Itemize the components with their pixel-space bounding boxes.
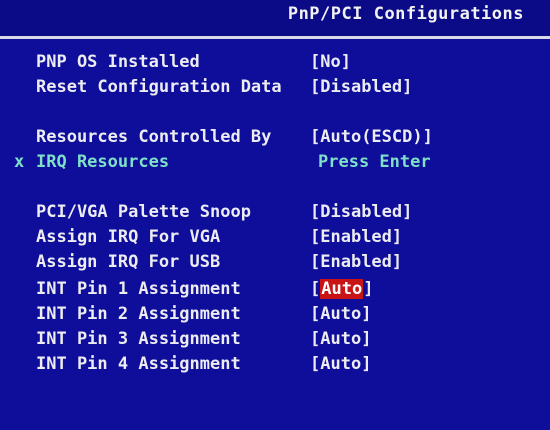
setting-value[interactable]: [Disabled] — [310, 75, 412, 99]
setting-value[interactable]: [Auto] — [310, 352, 371, 376]
submenu-hint: Press Enter — [318, 152, 431, 172]
setting-pnp-os-installed[interactable]: PNP OS Installed [No] — [0, 50, 550, 74]
setting-label: PNP OS Installed — [36, 52, 200, 72]
setting-label: INT Pin 4 Assignment — [36, 354, 241, 374]
disabled-marker-icon: x — [14, 152, 25, 172]
setting-label: INT Pin 2 Assignment — [36, 304, 241, 324]
selection-highlight[interactable]: Auto — [320, 279, 364, 299]
setting-label: Reset Configuration Data — [36, 77, 282, 97]
setting-resources-controlled-by[interactable]: Resources Controlled By [Auto(ESCD)] — [0, 125, 550, 149]
header-bar: PnP/PCI Configurations — [0, 0, 550, 39]
setting-int-pin-4-assignment[interactable]: INT Pin 4 Assignment [Auto] — [0, 352, 550, 376]
setting-reset-configuration-data[interactable]: Reset Configuration Data [Disabled] — [0, 75, 550, 99]
setting-assign-irq-for-usb[interactable]: Assign IRQ For USB [Enabled] — [0, 250, 550, 274]
setting-pci-vga-palette-snoop[interactable]: PCI/VGA Palette Snoop [Disabled] — [0, 200, 550, 224]
setting-int-pin-1-assignment[interactable]: INT Pin 1 Assignment [Auto] — [0, 277, 550, 301]
settings-panel: PNP OS Installed [No] Reset Configuratio… — [0, 39, 550, 430]
setting-assign-irq-for-vga[interactable]: Assign IRQ For VGA [Enabled] — [0, 225, 550, 249]
setting-label: PCI/VGA Palette Snoop — [36, 202, 251, 222]
setting-label: Assign IRQ For VGA — [36, 227, 221, 247]
setting-label: INT Pin 1 Assignment — [36, 279, 241, 299]
setting-value-selected[interactable]: [Auto] — [310, 277, 373, 301]
setting-value[interactable]: [Enabled] — [310, 225, 402, 249]
setting-value[interactable]: [No] — [310, 50, 351, 74]
submenu-label: IRQ Resources — [36, 152, 170, 172]
setting-int-pin-3-assignment[interactable]: INT Pin 3 Assignment [Auto] — [0, 327, 550, 351]
setting-value[interactable]: [Auto] — [310, 327, 371, 351]
setting-label: Resources Controlled By — [36, 127, 272, 147]
setting-value[interactable]: [Auto] — [310, 302, 371, 326]
setting-int-pin-2-assignment[interactable]: INT Pin 2 Assignment [Auto] — [0, 302, 550, 326]
setting-value[interactable]: [Enabled] — [310, 250, 402, 274]
submenu-irq-resources[interactable]: x IRQ Resources Press Enter — [0, 150, 550, 174]
setting-value[interactable]: [Disabled] — [310, 200, 412, 224]
setting-label: INT Pin 3 Assignment — [36, 329, 241, 349]
page-title: PnP/PCI Configurations — [287, 4, 524, 24]
setting-value[interactable]: [Auto(ESCD)] — [310, 125, 433, 149]
setting-label: Assign IRQ For USB — [36, 252, 221, 272]
bios-screen: PnP/PCI Configurations PNP OS Installed … — [0, 0, 550, 430]
